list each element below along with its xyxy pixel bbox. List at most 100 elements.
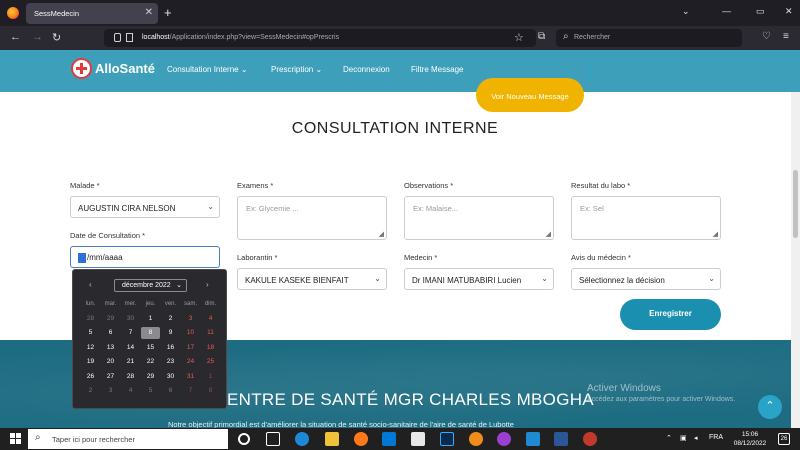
url-bar[interactable]: localhost/Application/index.php?view=Ses… [104, 29, 536, 47]
forward-icon[interactable]: → [32, 31, 43, 43]
maximize-icon[interactable]: ▭ [756, 6, 765, 17]
malade-select[interactable]: AUGUSTIN CIRA NELSON ⌄ [70, 196, 220, 218]
network-icon[interactable]: ▣ [680, 434, 687, 442]
cortana-icon[interactable] [238, 433, 250, 445]
calendar-day[interactable]: 8 [141, 327, 160, 340]
windows-start-icon[interactable] [10, 433, 21, 444]
tab-close-icon[interactable]: ✕ [145, 7, 153, 18]
calendar-day[interactable]: 25 [201, 356, 220, 368]
menu-icon[interactable]: ≡ [783, 31, 789, 42]
calendar-day[interactable]: 30 [121, 313, 140, 325]
language-indicator[interactable]: FRA [709, 434, 723, 441]
calendar-day[interactable]: 4 [201, 313, 220, 325]
calendar-day[interactable]: 14 [121, 342, 140, 354]
reload-icon[interactable]: ↻ [52, 31, 61, 44]
scrollbar-thumb[interactable] [793, 170, 798, 238]
date-consultation-input[interactable]: /mm/aaaa [70, 246, 220, 268]
calendar-day[interactable]: 31 [181, 371, 200, 383]
resize-handle-icon[interactable]: ◢ [379, 230, 384, 238]
firefox-icon[interactable] [7, 7, 19, 19]
month-selector[interactable]: décembre 2022 ⌄ [114, 279, 187, 292]
calendar-day[interactable]: 1 [201, 371, 220, 383]
calendar-day[interactable]: 2 [81, 385, 100, 397]
calendar-day[interactable]: 18 [201, 342, 220, 354]
date-day-segment[interactable] [78, 253, 86, 263]
extension-icon[interactable]: ⧉ [538, 31, 545, 42]
calendar-day[interactable]: 16 [161, 342, 180, 354]
paint-icon[interactable] [583, 432, 597, 446]
browser-search-box[interactable]: ⌕ Rechercher [556, 29, 742, 47]
new-message-button[interactable]: Voir Nouveau Message [476, 78, 584, 112]
minimize-icon[interactable]: — [722, 6, 731, 16]
calendar-day[interactable]: 27 [101, 371, 120, 383]
calendar-day[interactable]: 29 [141, 371, 160, 383]
new-tab-icon[interactable]: + [164, 5, 172, 20]
calendar-day[interactable]: 28 [121, 371, 140, 383]
next-month-icon[interactable]: › [206, 280, 209, 289]
back-icon[interactable]: ← [10, 31, 21, 43]
mail-icon[interactable] [411, 432, 425, 446]
calendar-day[interactable]: 23 [161, 356, 180, 368]
save-button[interactable]: Enregistrer [620, 299, 721, 330]
tray-chevron-icon[interactable]: ⌃ [666, 434, 672, 442]
vscode-icon[interactable] [526, 432, 540, 446]
resultat-textarea[interactable]: Ex: Sel ◢ [571, 196, 721, 240]
calendar-day[interactable]: 7 [181, 385, 200, 397]
taskbar-clock[interactable]: 15:06 08/12/2022 [730, 430, 770, 448]
calendar-day[interactable]: 15 [141, 342, 160, 354]
menu-filtre-message[interactable]: Filtre Message [411, 65, 463, 74]
firefox-taskbar-icon[interactable] [354, 432, 368, 446]
calendar-day[interactable]: 17 [181, 342, 200, 354]
calendar-day[interactable]: 20 [101, 356, 120, 368]
calendar-day[interactable]: 21 [121, 356, 140, 368]
resize-handle-icon[interactable]: ◢ [546, 230, 551, 238]
calendar-day[interactable]: 7 [121, 327, 140, 339]
notification-center-icon[interactable]: 26 [778, 433, 790, 445]
calendar-day[interactable]: 28 [81, 313, 100, 325]
calendar-day[interactable]: 8 [201, 385, 220, 397]
tab-list-icon[interactable]: ⌄ [682, 6, 690, 17]
calendar-day[interactable]: 6 [161, 385, 180, 397]
bookmark-star-icon[interactable]: ☆ [514, 31, 524, 44]
calendar-day[interactable]: 19 [81, 356, 100, 368]
calendar-day[interactable]: 6 [101, 327, 120, 339]
calendar-day[interactable]: 24 [181, 356, 200, 368]
search-app-icon[interactable] [469, 432, 483, 446]
calendar-day[interactable]: 5 [81, 327, 100, 339]
avis-select[interactable]: Sélectionnez la décision ⌄ [571, 268, 721, 290]
observations-textarea[interactable]: Ex: Malaise... ◢ [404, 196, 554, 240]
photoshop-icon[interactable] [440, 432, 454, 446]
scroll-to-top-button[interactable]: ⌃ [758, 395, 782, 419]
calendar-day[interactable]: 1 [141, 313, 160, 325]
previous-month-icon[interactable]: ‹ [89, 280, 92, 289]
browser-tab[interactable]: SessMedecin ✕ [26, 3, 158, 24]
calendar-day[interactable]: 29 [101, 313, 120, 325]
menu-prescription[interactable]: Prescription ⌄ [271, 65, 322, 74]
calendar-day[interactable]: 4 [121, 385, 140, 397]
resize-handle-icon[interactable]: ◢ [713, 230, 718, 238]
calendar-day[interactable]: 12 [81, 342, 100, 354]
calendar-day[interactable]: 30 [161, 371, 180, 383]
calendar-day[interactable]: 26 [81, 371, 100, 383]
laborantin-select[interactable]: KAKULE KASEKE BIENFAIT ⌄ [237, 268, 387, 290]
site-logo[interactable]: AlloSanté [95, 61, 155, 76]
calendar-day[interactable]: 13 [101, 342, 120, 354]
page-scrollbar[interactable] [791, 92, 800, 428]
calendar-day[interactable]: 9 [161, 327, 180, 339]
medecin-select[interactable]: Dr IMANI MATUBABIRI Lucien ⌄ [404, 268, 554, 290]
lock-icon[interactable] [114, 33, 121, 42]
calendar-day[interactable]: 3 [101, 385, 120, 397]
volume-icon[interactable]: ◂ [694, 434, 698, 442]
menu-consultation-interne[interactable]: Consultation Interne ⌄ [167, 65, 248, 74]
edge-icon[interactable] [295, 432, 309, 446]
taskbar-search[interactable]: ⌕ Taper ici pour rechercher [28, 429, 228, 449]
examens-textarea[interactable]: Ex: Glycemie ... ◢ [237, 196, 387, 240]
vpn-icon[interactable] [497, 432, 511, 446]
store-icon[interactable] [382, 432, 396, 446]
menu-deconnexion[interactable]: Deconnexion [343, 65, 390, 74]
close-window-icon[interactable]: ✕ [785, 6, 793, 17]
calendar-day[interactable]: 5 [141, 385, 160, 397]
calendar-day[interactable]: 2 [161, 313, 180, 325]
calendar-day[interactable]: 3 [181, 313, 200, 325]
task-view-icon[interactable] [266, 432, 280, 446]
